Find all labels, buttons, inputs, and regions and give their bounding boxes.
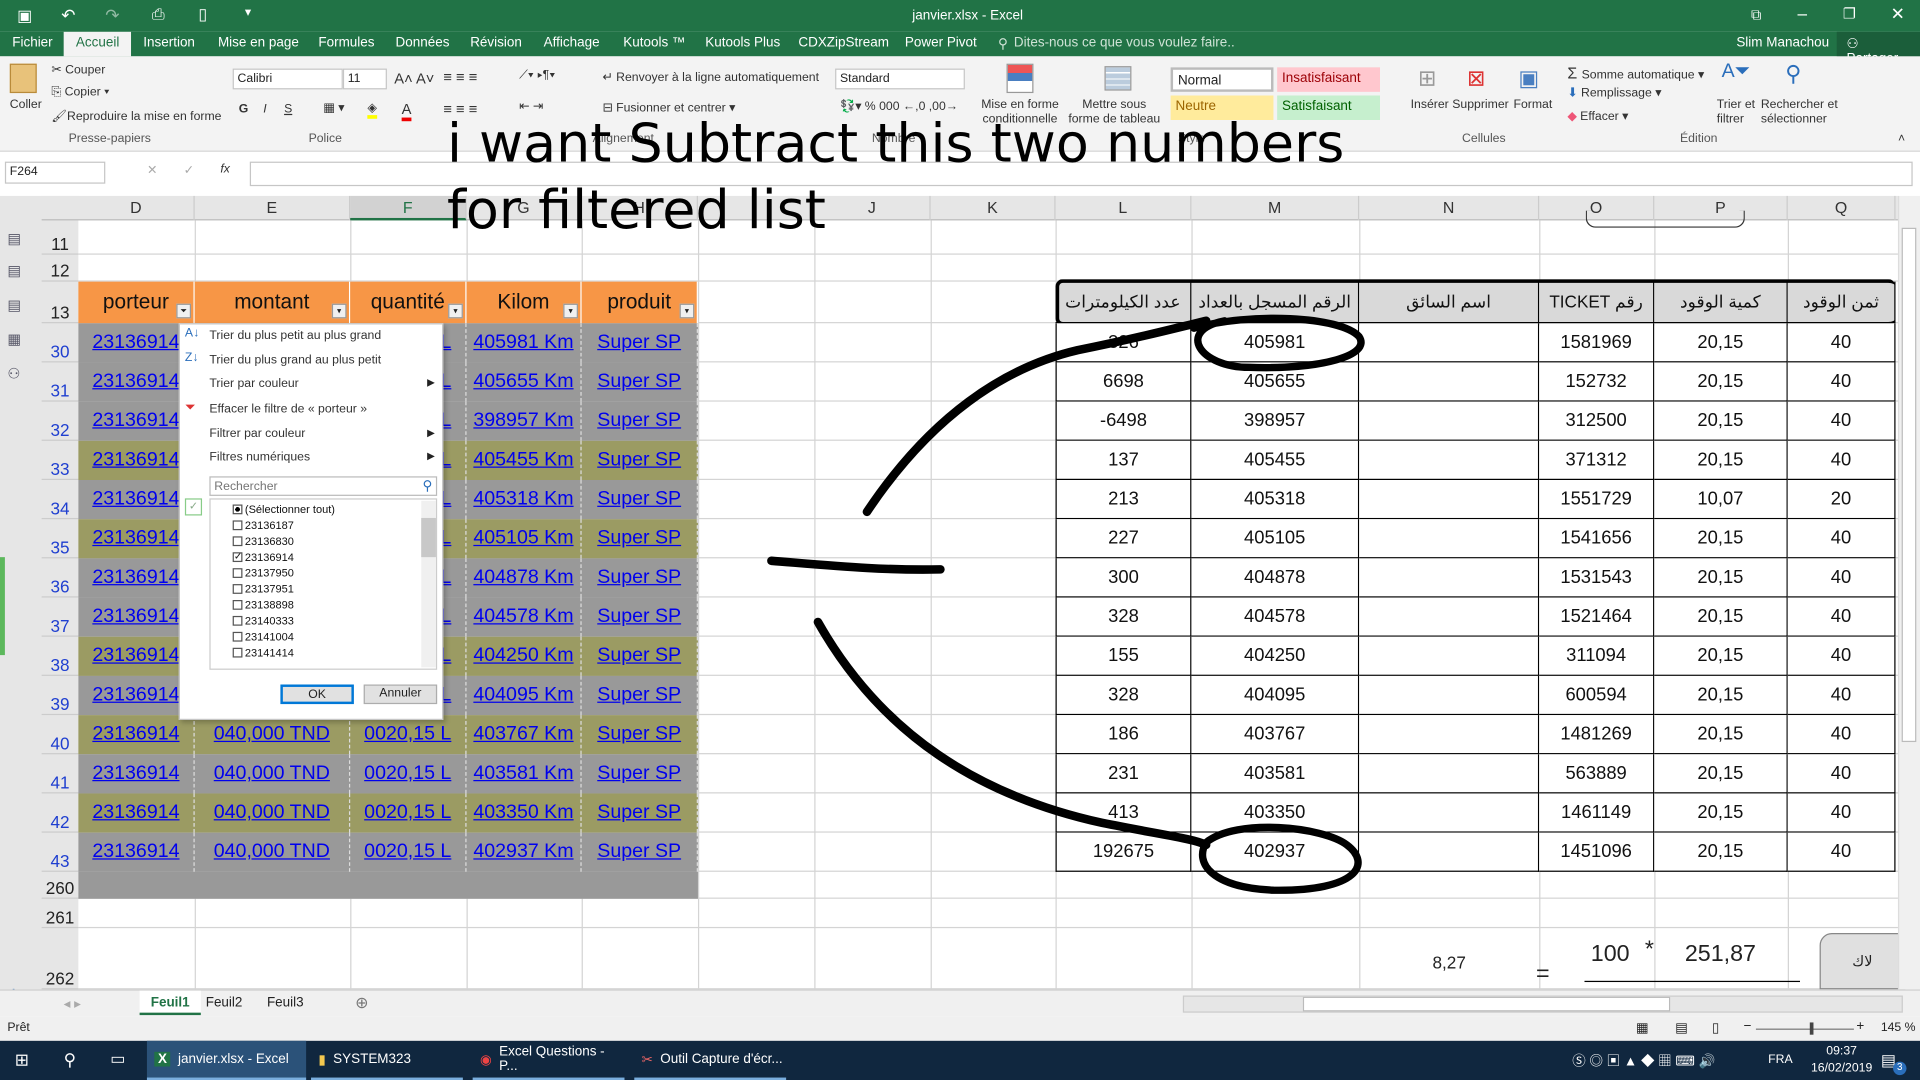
zoom-slider[interactable] — [1755, 1028, 1854, 1030]
zoom-level[interactable]: 145 % — [1881, 1021, 1916, 1034]
filter-values-list: (Sélectionner tout) 23136187 23136830 ✓ 2313… — [209, 498, 438, 670]
zoom-slider-thumb[interactable] — [1809, 1022, 1814, 1035]
page-layout-icon[interactable]: ▤ — [1675, 1020, 1688, 1036]
filter-value-label: 23141414 — [244, 646, 294, 659]
taskbar-label: SYSTEM323 — [333, 1051, 412, 1067]
horizontal-scrollbar-thumb[interactable] — [1302, 996, 1671, 1012]
ink-stroke-middle — [767, 556, 945, 574]
taskbar-label: Excel Questions - P... — [499, 1044, 605, 1074]
checkbox[interactable] — [232, 520, 243, 531]
filter-search-input[interactable] — [209, 476, 438, 496]
submenu-arrow-icon: ▶ — [427, 427, 435, 439]
ink-circle-top — [1190, 314, 1365, 372]
vertical-scrollbar-thumb[interactable] — [1901, 227, 1917, 743]
zoom-in-icon[interactable]: + — [1856, 1019, 1864, 1034]
filter-value-item[interactable]: ✓ 23136914 — [232, 551, 294, 564]
ink-circle-bottom — [1198, 823, 1362, 894]
status-bar: Prêt ▦ ▤ ▯ − + 145 % — [0, 1016, 1920, 1041]
taskbar-item-excel[interactable]: Xjanvier.xlsx - Excel — [146, 1040, 307, 1080]
clock-date[interactable]: 16/02/2019 — [1805, 1062, 1878, 1075]
filter-value-item[interactable]: 23140333 — [232, 614, 294, 627]
filter-value-item[interactable]: 23138898 — [232, 598, 294, 612]
filter-value-item[interactable]: 23136187 — [232, 519, 294, 532]
normal-view-icon[interactable]: ▦ — [1636, 1020, 1649, 1036]
list-scrollbar-thumb[interactable] — [421, 517, 436, 558]
filter-value-label: 23141004 — [244, 630, 294, 643]
filter-value-item[interactable]: 23137951 — [232, 582, 294, 596]
notification-count: 3 — [1893, 1061, 1907, 1076]
folder-icon: ▮ — [318, 1052, 326, 1068]
input-language[interactable]: FRA — [1768, 1053, 1792, 1066]
task-view-icon[interactable]: ▭ — [110, 1049, 125, 1069]
checkmark-icon: ✓ — [184, 498, 203, 516]
menu-number-filters[interactable]: Filtres numériques — [209, 451, 310, 464]
page-break-icon[interactable]: ▯ — [1712, 1020, 1719, 1036]
chrome-icon: ◉ — [480, 1052, 492, 1068]
filter-value-item[interactable]: 23141004 — [232, 630, 294, 643]
zoom-out-icon[interactable]: − — [1744, 1019, 1752, 1034]
add-sheet-icon[interactable]: ⊕ — [355, 993, 368, 1013]
prev-sheet-icon[interactable]: ◂ ▸ — [64, 996, 81, 1012]
checkbox[interactable] — [232, 615, 243, 626]
menu-clear-filter[interactable]: Effacer le filtre de « porteur » — [209, 403, 367, 416]
checkbox[interactable] — [232, 600, 243, 610]
filter-value-label: 23136914 — [244, 551, 294, 564]
checkbox[interactable] — [232, 504, 243, 515]
checkbox[interactable] — [232, 568, 243, 578]
ok-button[interactable]: OK — [280, 684, 354, 705]
sheet-tab-feuil3[interactable]: Feuil3 — [267, 996, 304, 1011]
filter-value-label: 23138898 — [244, 598, 294, 612]
submenu-arrow-icon: ▶ — [427, 377, 435, 389]
menu-sort-by-color[interactable]: Trier par couleur — [209, 377, 298, 390]
filter-value-label: 23140333 — [244, 614, 294, 627]
excel-icon: X — [154, 1051, 171, 1067]
overlay-question-line1: i want Subtract this two numbers — [446, 112, 1345, 176]
sheet-tab-bar: ◂ ▸ Feuil1 Feuil2 Feuil3 ⊕ — [0, 989, 1920, 1017]
sheet-tab-feuil1[interactable]: Feuil1 — [139, 990, 201, 1016]
sort-asc-icon: A↓ — [184, 326, 200, 341]
autofilter-dropdown: A↓ Trier du plus petit au plus grand Z↓ … — [178, 323, 444, 721]
taskbar-item-chrome[interactable]: ◉ Excel Questions - P... — [472, 1041, 625, 1080]
filter-value-item[interactable]: (Sélectionner tout) — [232, 503, 335, 516]
checkbox[interactable] — [232, 536, 243, 547]
filter-value-label: 23137950 — [244, 566, 294, 580]
windows-start-icon[interactable]: ⊞ — [15, 1049, 29, 1070]
filter-value-label: 23136830 — [244, 535, 294, 548]
taskbar-item-folder[interactable]: ▮ SYSTEM323 — [311, 1041, 463, 1080]
taskbar-item-snipping[interactable]: ✂ Outil Capture d'écr... — [634, 1041, 787, 1080]
menu-sort-ascending[interactable]: Trier du plus petit au plus grand — [209, 329, 381, 342]
excel-window: ▣ ↶ ↷ ⎙ ▯ ▾ janvier.xlsx - Excel ⧉ – ❐ ✕… — [0, 0, 1920, 1080]
taskbar: ⊞ ⚲ ▭ Xjanvier.xlsx - Excel ▮ SYSTEM323 ◉… — [0, 1040, 1920, 1080]
filter-value-item[interactable]: 23137950 — [232, 566, 294, 580]
ink-stroke-upper — [862, 316, 1211, 517]
select-all-label: (Sélectionner tout) — [244, 503, 335, 516]
system-tray-icons[interactable]: Ⓢ ◎ ▣ ▲ ◆ ▦ ⌨ 🔊 — [1572, 1051, 1715, 1071]
clear-filter-icon: ⏷ — [184, 400, 196, 416]
status-ready: Prêt — [7, 1021, 30, 1035]
taskbar-label: Outil Capture d'écr... — [660, 1051, 783, 1067]
clock-time[interactable]: 09:37 — [1817, 1044, 1866, 1057]
checkbox[interactable] — [232, 584, 243, 594]
filter-value-label: 23136187 — [244, 519, 294, 532]
menu-sort-descending[interactable]: Trier du plus grand au plus petit — [209, 354, 381, 367]
sort-desc-icon: Z↓ — [184, 351, 199, 365]
submenu-arrow-icon: ▶ — [427, 450, 435, 462]
checkbox[interactable] — [232, 631, 243, 642]
checkbox[interactable] — [232, 647, 243, 658]
filter-value-item[interactable]: 23141414 — [232, 646, 294, 659]
sheet-tab-feuil2[interactable]: Feuil2 — [206, 996, 243, 1011]
menu-filter-by-color[interactable]: Filtrer par couleur — [209, 427, 305, 440]
snipping-tool-icon: ✂ — [641, 1052, 653, 1068]
search-icon: ⚲ — [422, 478, 433, 494]
filter-value-item[interactable]: 23136830 — [232, 535, 294, 548]
taskbar-label: janvier.xlsx - Excel — [177, 1051, 289, 1067]
checkbox[interactable]: ✓ — [232, 552, 243, 563]
cancel-button[interactable]: Annuler — [363, 684, 438, 705]
ink-stroke-lower — [813, 617, 1211, 850]
overlay-question-line2: for filtered list — [446, 178, 826, 242]
filter-value-label: 23137951 — [244, 582, 294, 596]
search-icon[interactable]: ⚲ — [64, 1049, 77, 1070]
